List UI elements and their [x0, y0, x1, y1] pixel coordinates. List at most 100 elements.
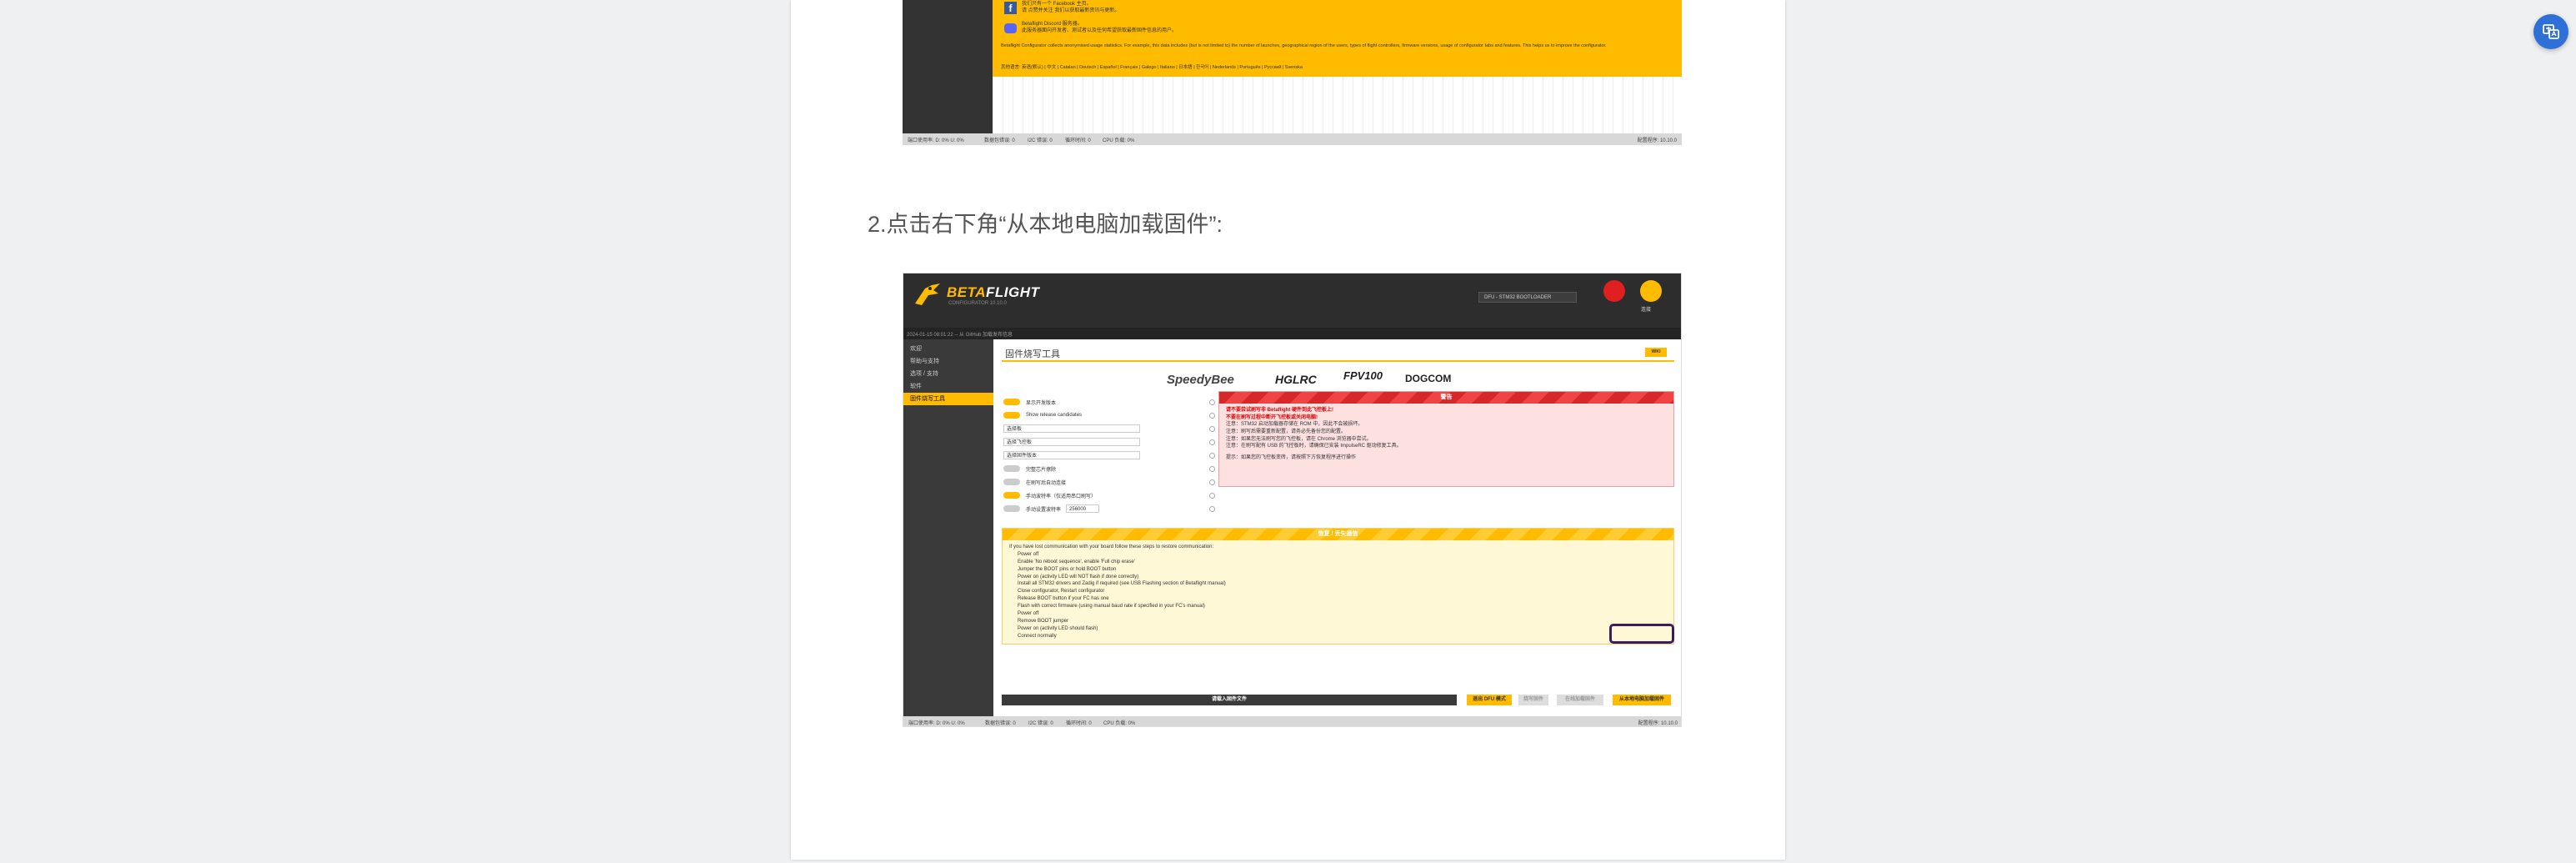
version-select[interactable]: 选择固件版本 — [1003, 451, 1140, 459]
title-divider — [1002, 360, 1674, 362]
welcome-grid — [993, 77, 1682, 133]
recovery-panel: 恢复 / 丢失通信 If you have lost communication… — [1002, 528, 1674, 645]
help-icon[interactable] — [1209, 425, 1215, 432]
warning-line: 注意：STM32 启动加载器存储在 ROM 中，因此不会被损坏。 — [1226, 422, 1363, 428]
facebook-icon: f — [1004, 2, 1017, 14]
log-text: 2024-01-15 08:01:22 -- 从 GitHub 加载发布信息 — [907, 333, 1013, 338]
option-dev-versions[interactable]: 显示开发版本 — [1003, 396, 1215, 408]
status-cpu: CPU 负载: 0% — [1103, 138, 1135, 143]
warning-line: 注意：在刷写配有 USB 的飞控板时，请确保已安装 ImpulseRC 驱动修复… — [1226, 444, 1402, 449]
load-online-button[interactable]: 在线加载固件 — [1557, 695, 1603, 705]
toggle[interactable] — [1003, 492, 1020, 499]
status-bar: 端口使用率: D: 0% U: 0% 数据包错误: 0 I2C 错误: 0 循环… — [903, 133, 1682, 145]
warning-line: 不要在刷写过程中断开飞控板或关闭电脑! — [1226, 414, 1318, 420]
status-packet: 数据包错误: 0 — [984, 138, 1015, 143]
recovery-line: Enable 'No reboot sequence', enable 'Ful… — [1018, 559, 1136, 564]
nav-software[interactable]: 软件 — [903, 380, 993, 393]
recovery-line: If you have lost communication with your… — [1009, 544, 1214, 549]
help-icon[interactable] — [1209, 412, 1215, 419]
warning-panel: 警告 请不要尝试刷写非 Betaflight 硬件到此飞控板上! 不要在刷写过程… — [1218, 391, 1674, 487]
recovery-line: Release BOOT button if your FC has one — [1018, 596, 1109, 602]
option-version-select[interactable]: 选择固件版本 — [1003, 449, 1215, 461]
translate-button[interactable] — [2533, 14, 2568, 49]
recovery-line: Install all STM32 drivers and Zadig if r… — [1018, 581, 1226, 587]
app-header: BETAFLIGHT CONFIGURATOR 10.10.0 DFU - ST… — [903, 273, 1681, 328]
status-packet: 数据包错误: 0 — [985, 721, 1016, 726]
welcome-sidebar — [903, 0, 993, 133]
language-list: 其他语言: 英语(默认) | 中文 | Catalan | Deutsch | … — [1001, 65, 1303, 70]
status-version: 配置程序: 10.10.0 — [1637, 138, 1677, 143]
load-local-firmware-button[interactable]: 从本地电脑加载固件 — [1613, 695, 1671, 705]
nav-firmware-flasher[interactable]: 固件烧写工具 — [903, 393, 993, 405]
facebook-title: 我们只有一个 Facebook 主页。 — [1022, 2, 1092, 7]
flash-progress-bar: 请载入固件文件 — [1002, 695, 1457, 705]
step-heading: 2.点击右下角“从本地电脑加载固件”: — [868, 212, 1223, 237]
sponsor-speedybee: SpeedyBee — [1167, 373, 1234, 387]
app-version: CONFIGURATOR 10.10.0 — [948, 301, 1007, 306]
log-bar[interactable]: 2024-01-15 08:01:22 -- 从 GitHub 加载发布信息 — [903, 328, 1681, 339]
connect-button[interactable] — [1640, 280, 1662, 302]
help-icon[interactable] — [1209, 492, 1215, 499]
page-title: 固件烧写工具 — [1005, 349, 1060, 359]
status-cycle: 循环时间: 0 — [1065, 138, 1091, 143]
help-icon[interactable] — [1209, 399, 1215, 405]
status-cpu: CPU 负载: 0% — [1103, 721, 1136, 726]
status-cycle: 循环时间: 0 — [1066, 721, 1092, 726]
option-auto-connect[interactable]: 在刷写后自动连接 — [1003, 476, 1215, 488]
option-board-select[interactable]: 选择板 — [1003, 423, 1215, 434]
recovery-line: Power on (activity LED should flash) — [1018, 625, 1098, 631]
nav-help[interactable]: 帮助与支持 — [903, 355, 993, 368]
status-version: 配置程序: 10.10.0 — [1638, 721, 1678, 726]
discord-sub: 此服务器面向开发者、测试者以及任何希望获取最新固件信息的用户。 — [1022, 28, 1178, 33]
sponsor-hglrc: HGLRC — [1275, 373, 1317, 386]
status-port: 端口使用率: D: 0% U: 0% — [908, 721, 965, 726]
toggle[interactable] — [1003, 505, 1020, 512]
target-select[interactable]: 选择飞控板 — [1003, 438, 1140, 446]
nav-options[interactable]: 选项 / 支持 — [903, 368, 993, 380]
help-icon[interactable] — [1209, 452, 1215, 459]
board-select[interactable]: 选择板 — [1003, 424, 1140, 433]
recovery-line: Power off — [1018, 551, 1039, 557]
recovery-line: Power on (activity LED will NOT flash if… — [1018, 574, 1139, 580]
nav-welcome[interactable]: 欢迎 — [903, 343, 993, 355]
toggle[interactable] — [1003, 465, 1020, 472]
option-target-select[interactable]: 选择飞控板 — [1003, 436, 1215, 448]
recovery-line: Connect normally — [1018, 633, 1057, 639]
sidebar-nav: 欢迎 帮助与支持 选项 / 支持 软件 固件烧写工具 — [903, 339, 993, 716]
exit-dfu-button[interactable]: 退出 DFU 模式 — [1467, 695, 1512, 705]
warning-line: 注意：如果您无法刷写您的飞控板，请在 Chrome 浏览器中尝试。 — [1226, 436, 1372, 442]
discord-title: Betaflight Discord 服务器。 — [1022, 22, 1083, 27]
flash-firmware-button[interactable]: 烧写固件 — [1518, 695, 1548, 705]
option-release-candidates[interactable]: Show release candidates — [1003, 409, 1215, 421]
toggle[interactable] — [1003, 412, 1020, 419]
flasher-panel: 固件烧写工具 WIKI SpeedyBee HGLRC FPV100 DOGCO… — [993, 339, 1681, 716]
option-manual-baud[interactable]: 手动波特率（仅适用串口刷写） — [1003, 489, 1215, 501]
recovery-line: Power off — [1018, 610, 1039, 616]
option-baud-rate[interactable]: 手动设置波特率 256000 — [1003, 503, 1215, 514]
screenshot-welcome: f 我们只有一个 Facebook 主页。 请 点赞并关注 我们以获取最新资讯与… — [903, 0, 1682, 145]
toggle[interactable] — [1003, 479, 1020, 485]
help-icon[interactable] — [1209, 479, 1215, 485]
help-icon[interactable] — [1209, 439, 1215, 445]
help-icon[interactable] — [1209, 505, 1215, 512]
usage-notice: Betaflight Configurator collects anonymi… — [1001, 43, 1607, 48]
toggle[interactable] — [1003, 399, 1020, 405]
annotation-highlight-box — [1609, 624, 1674, 644]
help-icon[interactable] — [1209, 465, 1215, 472]
warning-title: 警告 — [1219, 392, 1673, 404]
recovery-hint: 提示：如果您的飞控板变砖，请按照下方恢复程序进行操作 — [1226, 455, 1357, 461]
discord-icon — [1004, 23, 1017, 33]
wiki-button[interactable]: WIKI — [1645, 348, 1667, 357]
status-port: 端口使用率: D: 0% U: 0% — [908, 138, 964, 143]
status-i2c: I2C 错误: 0 — [1028, 721, 1053, 726]
status-i2c: I2C 错误: 0 — [1028, 138, 1053, 143]
baud-select[interactable]: 256000 — [1066, 504, 1100, 513]
sponsor-dogcom: DOGCOM — [1405, 373, 1452, 384]
welcome-banner: f 我们只有一个 Facebook 主页。 请 点赞并关注 我们以获取最新资讯与… — [993, 0, 1682, 77]
app-brand: BETAFLIGHT — [947, 284, 1040, 300]
warning-line: 注意：刷写后需要重新配置，请务必先备份您的配置。 — [1226, 429, 1347, 435]
option-full-erase[interactable]: 完整芯片擦除 — [1003, 463, 1215, 474]
status-bar: 端口使用率: D: 0% U: 0% 数据包错误: 0 I2C 错误: 0 循环… — [903, 716, 1681, 726]
port-select[interactable]: DFU - STM32 BOOTLOADER — [1478, 292, 1577, 303]
connect-label: 连接 — [1641, 308, 1652, 313]
